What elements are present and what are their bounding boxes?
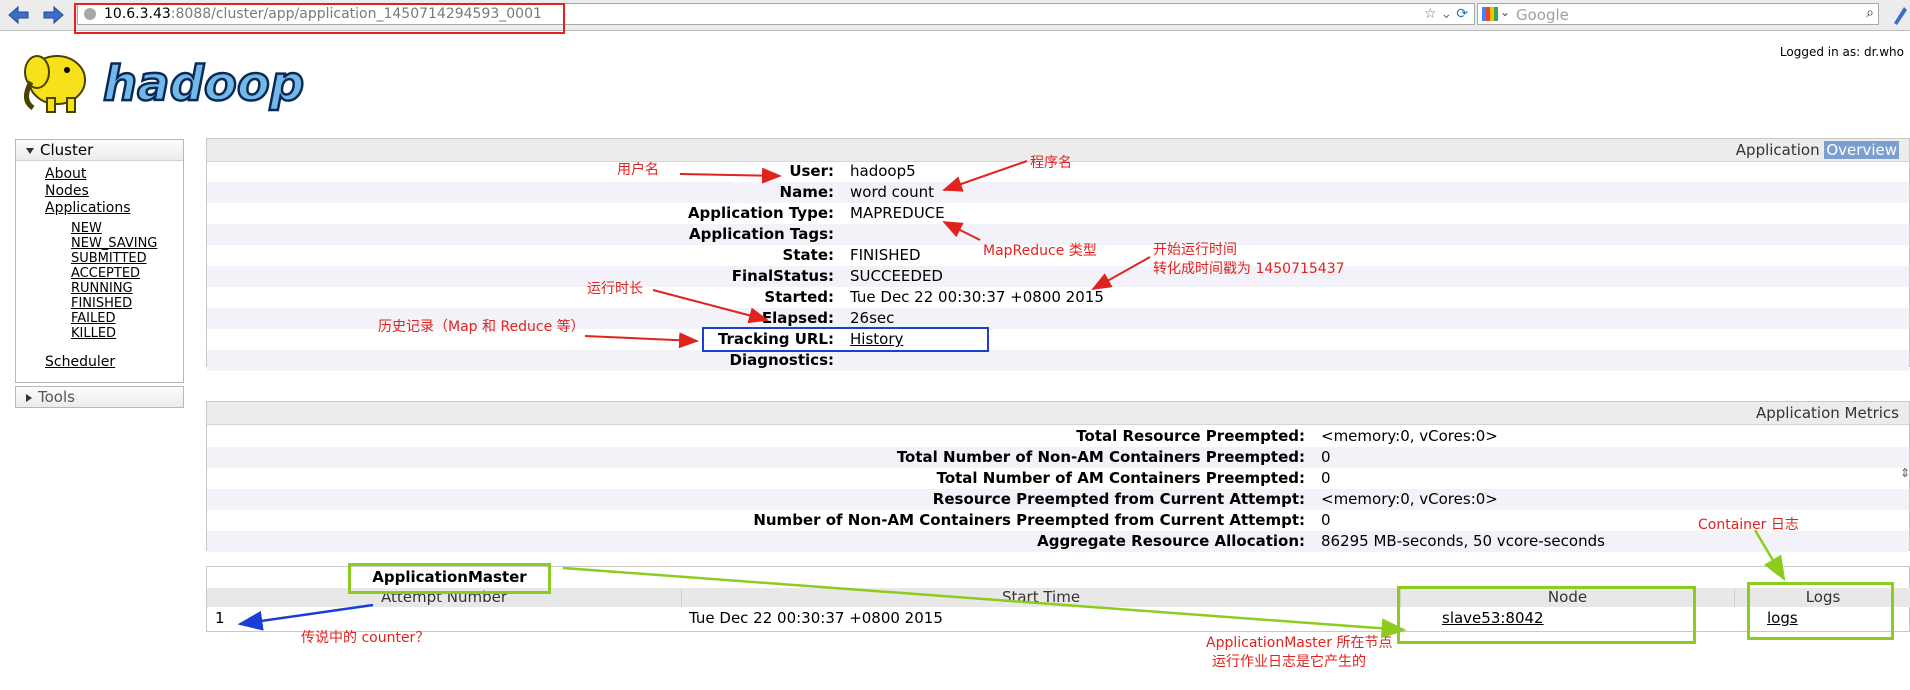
reload-icon[interactable]: ⟳ — [1456, 6, 1468, 22]
overview-label: Name: — [779, 183, 834, 201]
metrics-label: Resource Preempted from Current Attempt: — [932, 490, 1305, 508]
overview-label: User: — [789, 162, 834, 180]
sidebar-link-scheduler[interactable]: Scheduler — [45, 354, 115, 370]
triangle-right-icon — [26, 393, 32, 402]
overview-label: State: — [782, 246, 834, 264]
annotation-container: Container 日志 — [1698, 517, 1799, 533]
annotation-counter: 传说中的 counter？ — [301, 630, 430, 646]
annotation-user: 用户名 — [617, 162, 659, 178]
sidebar-link-nodes[interactable]: Nodes — [45, 183, 89, 199]
application-master-title: ApplicationMaster — [372, 568, 527, 586]
overview-value: hadoop5 — [850, 162, 916, 180]
metrics-row: Aggregate Resource Allocation: 86295 MB-s… — [207, 531, 1909, 552]
overview-label: Application Type: — [687, 204, 834, 222]
sidebar-link-about[interactable]: About — [45, 166, 86, 182]
attempt-number-cell: 1 — [215, 609, 225, 627]
metrics-value: 0 — [1321, 469, 1331, 487]
hadoop-logo-text: hadoop — [103, 56, 304, 112]
overview-value: word count — [850, 183, 934, 201]
overview-label: Diagnostics: — [729, 351, 835, 369]
url-annotation-box — [74, 3, 565, 34]
overview-label: Elapsed: — [761, 309, 834, 327]
overview-row: Started: Tue Dec 22 00:30:37 +0800 2015 — [207, 287, 1909, 308]
overview-row: Name: word count — [207, 182, 1909, 203]
chevron-down-icon[interactable]: ⌄ — [1441, 6, 1453, 22]
search-placeholder: Google — [1516, 6, 1569, 24]
metrics-row: Number of Non-AM Containers Preempted fr… — [207, 510, 1909, 531]
metrics-label: Number of Non-AM Containers Preempted fr… — [753, 511, 1305, 529]
overview-row: Application Type: MAPREDUCE — [207, 203, 1909, 224]
metrics-label: Aggregate Resource Allocation: — [1037, 532, 1305, 550]
sidebar-app-running[interactable]: RUNNING — [71, 281, 133, 296]
logged-in-text: Logged in as: dr.who — [1779, 45, 1904, 59]
overview-value: 26sec — [850, 309, 895, 327]
cluster-menu: Cluster About Nodes Applications NEW NEW… — [15, 139, 184, 383]
column-start-time[interactable]: Start Time — [682, 588, 1401, 607]
overview-value: FINISHED — [850, 246, 921, 264]
tracking-url-annotation-box — [702, 327, 989, 352]
start-time-cell: Tue Dec 22 00:30:37 +0800 2015 — [689, 609, 943, 627]
sidebar-app-accepted[interactable]: ACCEPTED — [71, 266, 140, 281]
overview-label: Started: — [764, 288, 834, 306]
tools-menu[interactable]: Tools — [15, 386, 184, 408]
node-annotation-box — [1397, 586, 1696, 644]
logs-annotation-box — [1747, 582, 1894, 640]
resize-handle-icon[interactable]: ⇕ — [1900, 466, 1910, 480]
metrics-value: 0 — [1321, 448, 1331, 466]
tools-menu-header[interactable]: Tools — [16, 387, 183, 407]
cluster-menu-header[interactable]: Cluster — [16, 140, 183, 161]
overview-row: Diagnostics: — [207, 350, 1909, 371]
annotation-node-2: 运行作业日志是它产生的 — [1212, 654, 1366, 670]
sidebar-app-failed[interactable]: FAILED — [71, 311, 115, 326]
metrics-row: Resource Preempted from Current Attempt:… — [207, 489, 1909, 510]
application-metrics-panel: Application Metrics Total Resource Preem… — [206, 401, 1910, 552]
annotation-start-2: 转化成时间戳为 1450715437 — [1153, 261, 1345, 277]
metrics-row: Total Number of Non-AM Containers Preemp… — [207, 447, 1909, 468]
sidebar-app-new-saving[interactable]: NEW_SAVING — [71, 236, 157, 251]
sidebar-app-submitted[interactable]: SUBMITTED — [71, 251, 147, 266]
star-icon[interactable]: ☆ — [1424, 6, 1437, 22]
search-bar[interactable]: ⌄ Google ⌕ — [1477, 3, 1879, 25]
binoculars-icon[interactable]: ⌕ — [1866, 5, 1874, 21]
sidebar-app-new[interactable]: NEW — [71, 221, 102, 236]
annotation-history: 历史记录（Map 和 Reduce 等） — [378, 319, 585, 335]
metrics-row: Total Resource Preempted: <memory:0, vCor… — [207, 426, 1909, 447]
chevron-down-icon[interactable]: ⌄ — [1500, 5, 1510, 19]
annotation-node-1: ApplicationMaster 所在节点 — [1206, 635, 1393, 651]
extension-icon[interactable] — [1890, 3, 1910, 27]
metrics-row: Total Number of AM Containers Preempted:… — [207, 468, 1909, 489]
overview-label: FinalStatus: — [731, 267, 834, 285]
hadoop-logo: hadoop — [17, 42, 317, 116]
overview-value: SUCCEEDED — [850, 267, 943, 285]
forward-arrow-icon[interactable] — [40, 3, 66, 27]
metrics-label: Total Number of Non-AM Containers Preemp… — [896, 448, 1305, 466]
annotation-elapsed: 运行时长 — [587, 281, 643, 297]
annotation-name: 程序名 — [1030, 155, 1072, 171]
metrics-header: Application Metrics — [207, 402, 1909, 425]
metrics-value: 86295 MB-seconds, 50 vcore-seconds — [1321, 532, 1605, 550]
sidebar-app-killed[interactable]: KILLED — [71, 326, 116, 341]
google-icon[interactable] — [1482, 7, 1498, 21]
sidebar-app-finished[interactable]: FINISHED — [71, 296, 132, 311]
overview-value: Tue Dec 22 00:30:37 +0800 2015 — [850, 288, 1104, 306]
annotation-type: MapReduce 类型 — [983, 243, 1097, 259]
triangle-down-icon — [26, 147, 34, 154]
metrics-label: Total Resource Preempted: — [1076, 427, 1305, 445]
overview-row: FinalStatus: SUCCEEDED — [207, 266, 1909, 287]
overview-value: MAPREDUCE — [850, 204, 945, 222]
metrics-value: 0 — [1321, 511, 1331, 529]
back-arrow-icon[interactable] — [6, 3, 32, 27]
metrics-value: <memory:0, vCores:0> — [1321, 490, 1498, 508]
sidebar-link-applications[interactable]: Applications — [45, 200, 131, 216]
annotation-start-1: 开始运行时间 — [1153, 242, 1237, 258]
metrics-value: <memory:0, vCores:0> — [1321, 427, 1498, 445]
metrics-label: Total Number of AM Containers Preempted: — [936, 469, 1305, 487]
overview-label: Application Tags: — [689, 225, 834, 243]
